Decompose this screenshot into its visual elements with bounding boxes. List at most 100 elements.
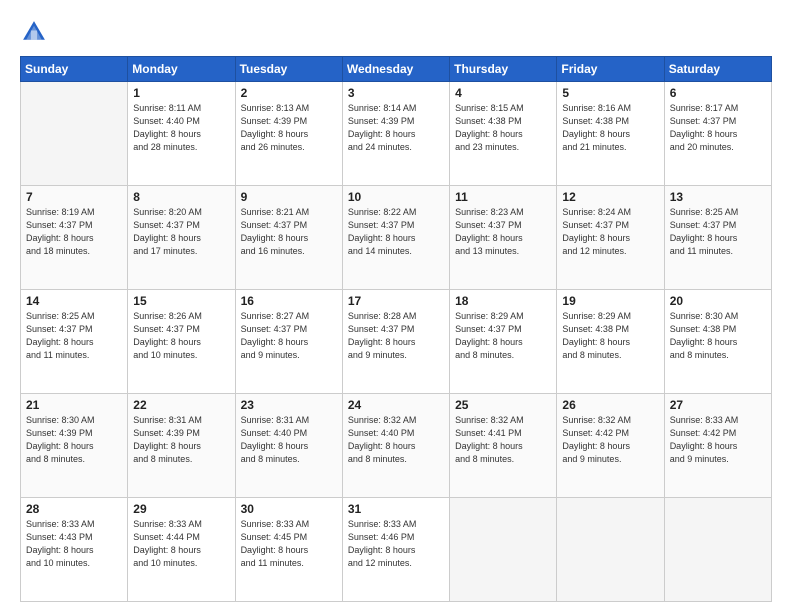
- day-info: Sunrise: 8:33 AM Sunset: 4:43 PM Dayligh…: [26, 518, 122, 570]
- calendar-week-3: 14Sunrise: 8:25 AM Sunset: 4:37 PM Dayli…: [21, 290, 772, 394]
- calendar-cell: 29 Sunrise: 8:33 AM Sunset: 4:44 PM Dayli…: [128, 498, 235, 602]
- day-info: Sunrise: 8:32 AM Sunset: 4:40 PM Dayligh…: [348, 414, 444, 466]
- day-info: Sunrise: 8:32 AM Sunset: 4:42 PM Dayligh…: [562, 414, 658, 466]
- day-number: 12: [562, 190, 658, 204]
- day-info: Sunrise: 8:13 AM Sunset: 4:39 PM Dayligh…: [241, 102, 337, 154]
- calendar-cell: [21, 82, 128, 186]
- day-number: 9: [241, 190, 337, 204]
- calendar-cell: 27 Sunrise: 8:33 AM Sunset: 4:42 PM Dayli…: [664, 394, 771, 498]
- day-number: 1: [133, 86, 229, 100]
- calendar-cell: 25 Sunrise: 8:32 AM Sunset: 4:41 PM Dayli…: [450, 394, 557, 498]
- calendar-cell: 2Sunrise: 8:13 AM Sunset: 4:39 PM Daylig…: [235, 82, 342, 186]
- day-number: 16: [241, 294, 337, 308]
- day-number: 11: [455, 190, 551, 204]
- day-info: Sunrise: 8:33 AM Sunset: 4:45 PM Dayligh…: [241, 518, 337, 570]
- day-info: Sunrise: 8:11 AM Sunset: 4:40 PM Dayligh…: [133, 102, 229, 154]
- day-info: Sunrise: 8:15 AM Sunset: 4:38 PM Dayligh…: [455, 102, 551, 154]
- calendar-cell: 8 Sunrise: 8:20 AM Sunset: 4:37 PM Daylig…: [128, 186, 235, 290]
- day-number: 8: [133, 190, 229, 204]
- day-number: 4: [455, 86, 551, 100]
- day-info: Sunrise: 8:20 AM Sunset: 4:37 PM Dayligh…: [133, 206, 229, 258]
- day-info: Sunrise: 8:28 AM Sunset: 4:37 PM Dayligh…: [348, 310, 444, 362]
- day-info: Sunrise: 8:27 AM Sunset: 4:37 PM Dayligh…: [241, 310, 337, 362]
- calendar-header-row: SundayMondayTuesdayWednesdayThursdayFrid…: [21, 57, 772, 82]
- calendar-header-wednesday: Wednesday: [342, 57, 449, 82]
- calendar-cell: 12 Sunrise: 8:24 AM Sunset: 4:37 PM Dayli…: [557, 186, 664, 290]
- calendar-cell: 22Sunrise: 8:31 AM Sunset: 4:39 PM Dayli…: [128, 394, 235, 498]
- day-number: 26: [562, 398, 658, 412]
- day-info: Sunrise: 8:29 AM Sunset: 4:37 PM Dayligh…: [455, 310, 551, 362]
- day-info: Sunrise: 8:33 AM Sunset: 4:44 PM Dayligh…: [133, 518, 229, 570]
- day-number: 30: [241, 502, 337, 516]
- day-info: Sunrise: 8:31 AM Sunset: 4:40 PM Dayligh…: [241, 414, 337, 466]
- logo: [20, 18, 52, 46]
- calendar-cell: 30 Sunrise: 8:33 AM Sunset: 4:45 PM Dayli…: [235, 498, 342, 602]
- day-number: 17: [348, 294, 444, 308]
- day-number: 10: [348, 190, 444, 204]
- calendar-cell: 19 Sunrise: 8:29 AM Sunset: 4:38 PM Dayli…: [557, 290, 664, 394]
- calendar-cell: 15Sunrise: 8:26 AM Sunset: 4:37 PM Dayli…: [128, 290, 235, 394]
- calendar-cell: 14Sunrise: 8:25 AM Sunset: 4:37 PM Dayli…: [21, 290, 128, 394]
- calendar-week-2: 7Sunrise: 8:19 AM Sunset: 4:37 PM Daylig…: [21, 186, 772, 290]
- day-info: Sunrise: 8:16 AM Sunset: 4:38 PM Dayligh…: [562, 102, 658, 154]
- calendar-week-4: 21 Sunrise: 8:30 AM Sunset: 4:39 PM Dayli…: [21, 394, 772, 498]
- day-number: 21: [26, 398, 122, 412]
- page: SundayMondayTuesdayWednesdayThursdayFrid…: [0, 0, 792, 612]
- calendar-cell: [450, 498, 557, 602]
- day-number: 3: [348, 86, 444, 100]
- day-info: Sunrise: 8:29 AM Sunset: 4:38 PM Dayligh…: [562, 310, 658, 362]
- calendar-week-5: 28Sunrise: 8:33 AM Sunset: 4:43 PM Dayli…: [21, 498, 772, 602]
- calendar-cell: 24 Sunrise: 8:32 AM Sunset: 4:40 PM Dayli…: [342, 394, 449, 498]
- day-number: 13: [670, 190, 766, 204]
- day-number: 29: [133, 502, 229, 516]
- day-info: Sunrise: 8:25 AM Sunset: 4:37 PM Dayligh…: [670, 206, 766, 258]
- calendar-header-friday: Friday: [557, 57, 664, 82]
- day-number: 19: [562, 294, 658, 308]
- calendar-cell: 10 Sunrise: 8:22 AM Sunset: 4:37 PM Dayli…: [342, 186, 449, 290]
- calendar-cell: 28Sunrise: 8:33 AM Sunset: 4:43 PM Dayli…: [21, 498, 128, 602]
- calendar-week-1: 1 Sunrise: 8:11 AM Sunset: 4:40 PM Daylig…: [21, 82, 772, 186]
- calendar-cell: 3 Sunrise: 8:14 AM Sunset: 4:39 PM Daylig…: [342, 82, 449, 186]
- day-number: 6: [670, 86, 766, 100]
- day-info: Sunrise: 8:21 AM Sunset: 4:37 PM Dayligh…: [241, 206, 337, 258]
- day-info: Sunrise: 8:26 AM Sunset: 4:37 PM Dayligh…: [133, 310, 229, 362]
- calendar-cell: 7Sunrise: 8:19 AM Sunset: 4:37 PM Daylig…: [21, 186, 128, 290]
- day-number: 23: [241, 398, 337, 412]
- calendar-cell: 13 Sunrise: 8:25 AM Sunset: 4:37 PM Dayli…: [664, 186, 771, 290]
- calendar-cell: 11Sunrise: 8:23 AM Sunset: 4:37 PM Dayli…: [450, 186, 557, 290]
- day-info: Sunrise: 8:32 AM Sunset: 4:41 PM Dayligh…: [455, 414, 551, 466]
- day-number: 27: [670, 398, 766, 412]
- day-number: 25: [455, 398, 551, 412]
- day-number: 18: [455, 294, 551, 308]
- day-info: Sunrise: 8:33 AM Sunset: 4:42 PM Dayligh…: [670, 414, 766, 466]
- day-info: Sunrise: 8:33 AM Sunset: 4:46 PM Dayligh…: [348, 518, 444, 570]
- day-info: Sunrise: 8:30 AM Sunset: 4:38 PM Dayligh…: [670, 310, 766, 362]
- calendar-cell: 18 Sunrise: 8:29 AM Sunset: 4:37 PM Dayli…: [450, 290, 557, 394]
- calendar-header-thursday: Thursday: [450, 57, 557, 82]
- calendar-header-monday: Monday: [128, 57, 235, 82]
- day-number: 14: [26, 294, 122, 308]
- day-info: Sunrise: 8:22 AM Sunset: 4:37 PM Dayligh…: [348, 206, 444, 258]
- header: [20, 18, 772, 46]
- day-number: 24: [348, 398, 444, 412]
- calendar-cell: 5 Sunrise: 8:16 AM Sunset: 4:38 PM Daylig…: [557, 82, 664, 186]
- calendar-cell: 23 Sunrise: 8:31 AM Sunset: 4:40 PM Dayli…: [235, 394, 342, 498]
- day-info: Sunrise: 8:24 AM Sunset: 4:37 PM Dayligh…: [562, 206, 658, 258]
- calendar-cell: 21 Sunrise: 8:30 AM Sunset: 4:39 PM Dayli…: [21, 394, 128, 498]
- day-number: 31: [348, 502, 444, 516]
- day-number: 20: [670, 294, 766, 308]
- calendar-cell: 17 Sunrise: 8:28 AM Sunset: 4:37 PM Dayli…: [342, 290, 449, 394]
- calendar-cell: [664, 498, 771, 602]
- day-info: Sunrise: 8:17 AM Sunset: 4:37 PM Dayligh…: [670, 102, 766, 154]
- day-number: 7: [26, 190, 122, 204]
- calendar-cell: 4 Sunrise: 8:15 AM Sunset: 4:38 PM Daylig…: [450, 82, 557, 186]
- calendar-cell: 9 Sunrise: 8:21 AM Sunset: 4:37 PM Daylig…: [235, 186, 342, 290]
- calendar-cell: 31 Sunrise: 8:33 AM Sunset: 4:46 PM Dayli…: [342, 498, 449, 602]
- day-info: Sunrise: 8:31 AM Sunset: 4:39 PM Dayligh…: [133, 414, 229, 466]
- day-info: Sunrise: 8:14 AM Sunset: 4:39 PM Dayligh…: [348, 102, 444, 154]
- calendar-cell: [557, 498, 664, 602]
- calendar-header-sunday: Sunday: [21, 57, 128, 82]
- day-info: Sunrise: 8:30 AM Sunset: 4:39 PM Dayligh…: [26, 414, 122, 466]
- calendar-header-tuesday: Tuesday: [235, 57, 342, 82]
- day-number: 5: [562, 86, 658, 100]
